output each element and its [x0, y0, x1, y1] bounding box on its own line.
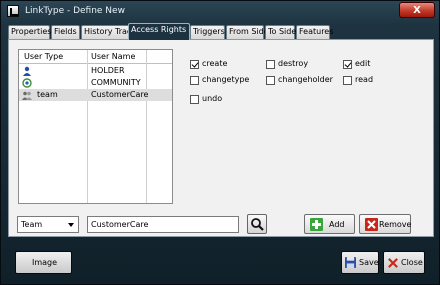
tab-properties[interactable]: Properties: [8, 25, 51, 39]
user-type-select-value: Team: [21, 220, 43, 229]
tab-bar: Properties Fields History Trace Access R…: [8, 23, 438, 40]
changeholder-label: changeholder: [278, 75, 333, 84]
tab-fields[interactable]: Fields: [51, 25, 80, 39]
search-icon: [251, 218, 264, 231]
remove-button[interactable]: Remove: [359, 214, 411, 234]
tab-from-side[interactable]: From Side: [226, 25, 269, 39]
close-button[interactable]: Close: [383, 251, 425, 274]
destroy-checkbox[interactable]: [266, 60, 275, 69]
community-icon: [22, 78, 32, 88]
user-type-select[interactable]: Team: [17, 216, 79, 233]
add-button[interactable]: Add: [304, 214, 355, 234]
window-close-button[interactable]: X: [399, 2, 435, 18]
image-button-label: Image: [32, 258, 58, 267]
table-row[interactable]: COMMUNITY: [19, 77, 172, 89]
app-icon: [7, 5, 19, 17]
edit-label: edit: [355, 59, 371, 68]
add-icon: [310, 218, 323, 231]
user-name-cell: CustomerCare: [91, 90, 149, 99]
edit-checkbox[interactable]: [343, 60, 352, 69]
dialog-window: LinkType - Define New X Properties Field…: [0, 0, 440, 285]
create-label: create: [202, 59, 228, 68]
save-icon: [345, 257, 356, 268]
window-title: LinkType - Define New: [25, 6, 125, 16]
save-button-label: Save: [359, 258, 379, 267]
destroy-label: destroy: [278, 59, 309, 68]
column-header-user-name[interactable]: User Name: [91, 52, 135, 61]
image-button[interactable]: Image: [15, 251, 72, 274]
user-name-field[interactable]: CustomerCare: [87, 216, 239, 233]
tab-features[interactable]: Features: [296, 25, 333, 39]
search-button[interactable]: [247, 214, 267, 234]
undo-checkbox[interactable]: [190, 95, 199, 104]
undo-label: undo: [202, 94, 223, 103]
table-row[interactable]: team CustomerCare: [19, 89, 172, 101]
dropdown-arrow-icon: [68, 223, 74, 227]
read-checkbox[interactable]: [343, 76, 352, 85]
user-type-cell: team: [37, 90, 58, 99]
remove-icon: [365, 218, 378, 231]
user-icon: [23, 66, 31, 76]
team-icon: [22, 91, 32, 100]
user-name-cell: HOLDER: [91, 66, 125, 75]
user-name-cell: COMMUNITY: [91, 78, 141, 87]
add-button-label: Add: [329, 220, 345, 229]
access-rights-panel: User Type User Name HOLDER COMMUNITY tea…: [8, 39, 434, 237]
tab-access-rights[interactable]: Access Rights: [128, 23, 190, 40]
table-header: User Type User Name: [19, 50, 172, 64]
changetype-checkbox[interactable]: [190, 76, 199, 85]
user-table[interactable]: User Type User Name HOLDER COMMUNITY tea…: [18, 49, 173, 204]
close-button-label: Close: [401, 258, 423, 267]
create-checkbox[interactable]: [190, 60, 199, 69]
read-label: read: [355, 75, 374, 84]
tab-to-side[interactable]: To Side: [265, 25, 296, 39]
close-icon: [388, 258, 398, 268]
title-bar: LinkType - Define New X: [1, 1, 439, 23]
tab-triggers[interactable]: Triggers: [190, 25, 225, 39]
remove-button-label: Remove: [379, 220, 412, 229]
table-row[interactable]: HOLDER: [19, 65, 172, 77]
changetype-label: changetype: [202, 75, 250, 84]
column-header-user-type[interactable]: User Type: [24, 52, 63, 61]
tab-history-trace[interactable]: History Trace: [81, 25, 136, 39]
save-button[interactable]: Save: [341, 251, 379, 274]
changeholder-checkbox[interactable]: [266, 76, 275, 85]
